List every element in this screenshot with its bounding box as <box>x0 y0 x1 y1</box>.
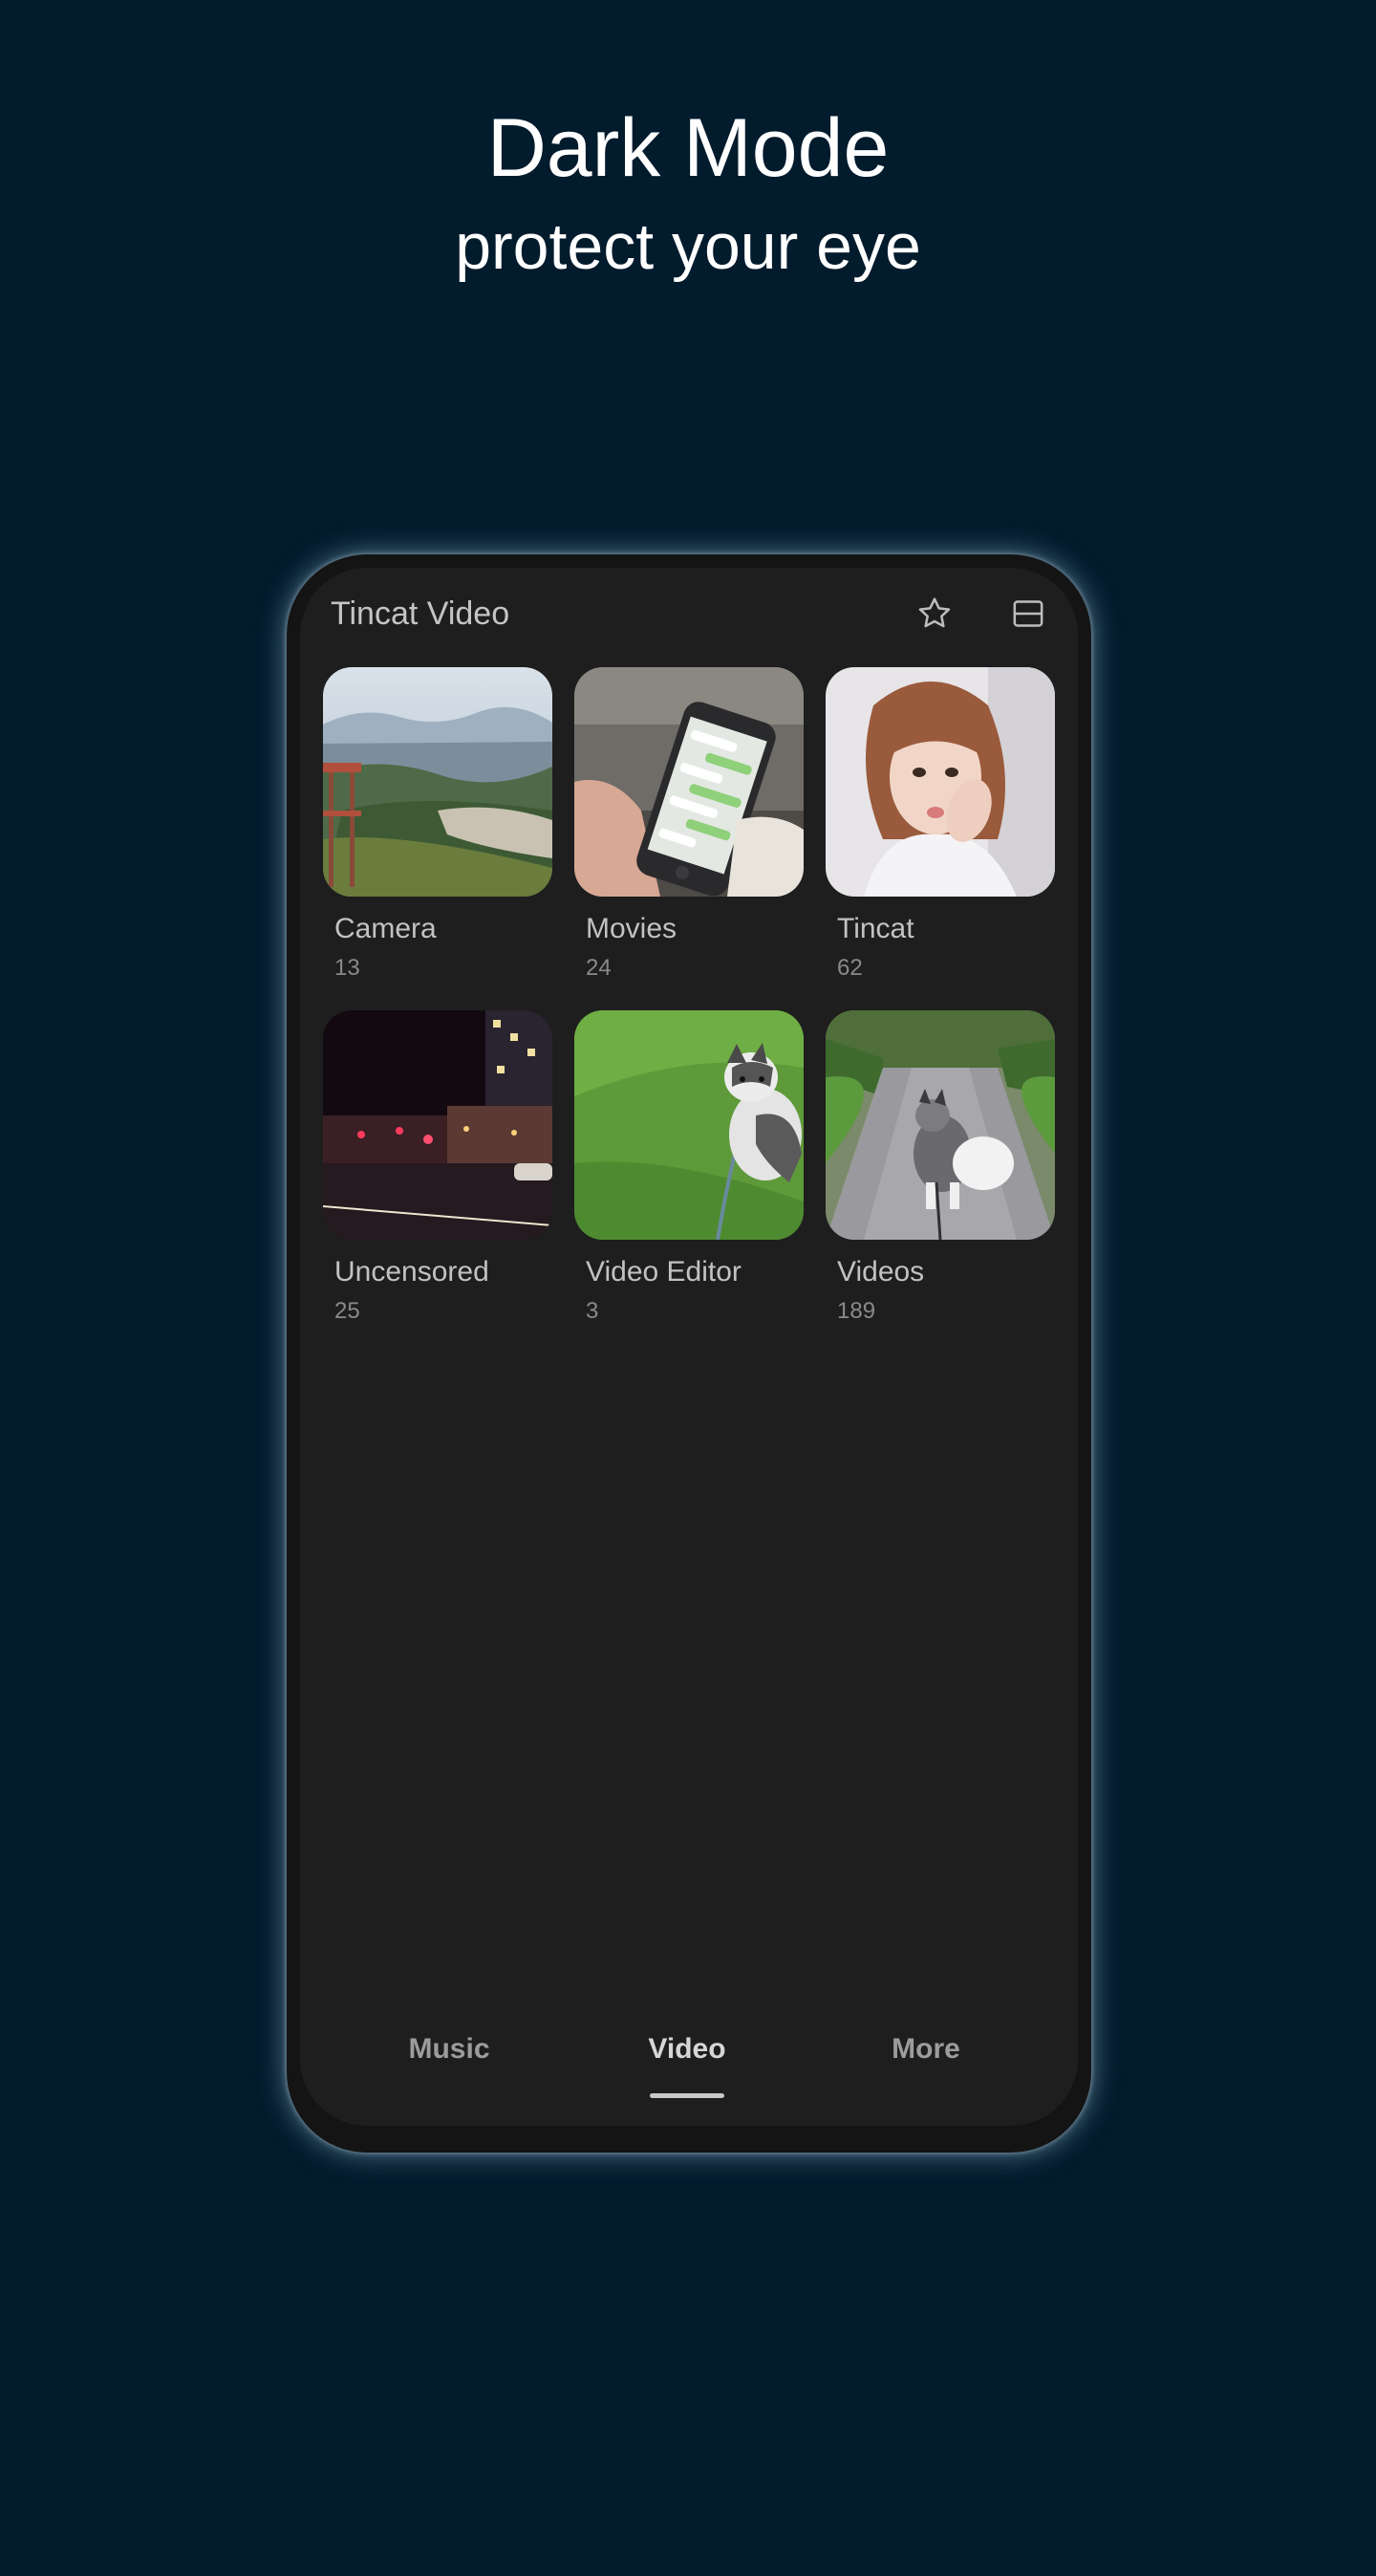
nav-tab-more[interactable]: More <box>830 2030 1021 2068</box>
phone-frame: Tincat Video Camera 13 Movies 24 Tincat … <box>287 554 1091 2153</box>
album-count: 24 <box>586 955 612 981</box>
album-name: Tincat <box>837 913 914 944</box>
album-name: Uncensored <box>334 1256 489 1288</box>
album-thumbnail <box>826 667 1055 897</box>
nav-tab-music[interactable]: Music <box>354 2030 545 2068</box>
album-count: 189 <box>837 1298 876 1324</box>
promo-subtitle: protect your eye <box>455 210 921 283</box>
album-name: Camera <box>334 913 437 944</box>
album-count: 3 <box>586 1298 599 1324</box>
app-screen: Tincat Video Camera 13 Movies 24 Tincat … <box>300 568 1078 2126</box>
layout-toggle-icon <box>1013 600 1043 627</box>
star-icon <box>918 597 951 628</box>
album-thumbnail <box>323 1010 552 1240</box>
album-name: Video Editor <box>586 1256 742 1288</box>
nav-tab-video[interactable]: Video <box>591 2030 783 2068</box>
album-count: 62 <box>837 955 863 981</box>
promo-title: Dark Mode <box>486 102 890 194</box>
album-thumbnail <box>574 667 804 897</box>
album-name: Movies <box>586 913 677 944</box>
favorites-button[interactable] <box>912 591 957 637</box>
album-thumbnail <box>323 667 552 897</box>
album-count: 25 <box>334 1298 360 1324</box>
active-tab-indicator <box>650 2093 724 2098</box>
album-count: 13 <box>334 955 360 981</box>
album-name: Videos <box>837 1256 925 1288</box>
app-title: Tincat Video <box>331 595 510 632</box>
album-thumbnail <box>574 1010 804 1240</box>
view-mode-button[interactable] <box>1005 591 1051 637</box>
album-thumbnail <box>826 1010 1055 1240</box>
